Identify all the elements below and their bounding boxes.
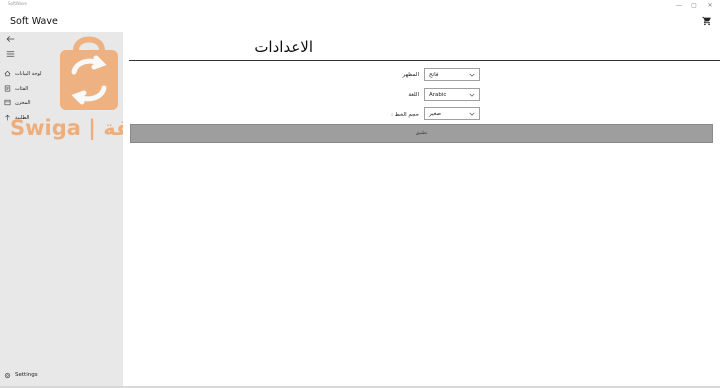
font-size-select[interactable]: صغير <box>424 107 480 120</box>
window-titlebar: SoftWave — ▢ ✕ <box>0 0 720 12</box>
font-size-label: حجم الخط : <box>391 112 419 118</box>
apply-button[interactable]: تطبيق <box>130 124 713 143</box>
chevron-down-icon <box>469 112 475 116</box>
appearance-label: المظهر <box>402 72 419 78</box>
chevron-down-icon <box>469 93 475 97</box>
language-value: Arabic <box>429 91 447 98</box>
page-title: الاعدادات <box>254 38 313 56</box>
hamburger-menu-icon[interactable] <box>6 50 15 58</box>
appearance-value: فاتح <box>429 71 439 78</box>
sidebar-item-label: المخزن <box>15 99 31 106</box>
shopping-cart-icon[interactable] <box>702 16 712 26</box>
home-icon <box>4 70 11 77</box>
language-select[interactable]: Arabic <box>424 88 480 101</box>
maximize-button[interactable]: ▢ <box>687 1 701 10</box>
title-divider <box>129 60 720 61</box>
sidebar-item-label: Settings <box>15 372 38 378</box>
back-arrow-icon[interactable] <box>6 35 15 43</box>
sidebar-item-label: لوحة البيانات <box>15 70 42 77</box>
sidebar-item-label: الفئات <box>15 85 29 92</box>
window-title: SoftWave <box>8 1 27 6</box>
chevron-down-icon <box>469 73 475 77</box>
gear-icon <box>4 372 11 378</box>
app-name: Soft Wave <box>10 16 58 27</box>
language-label: اللغة <box>408 92 419 98</box>
apply-button-label: تطبيق <box>415 131 428 136</box>
store-icon <box>4 99 11 106</box>
watermark-brand-latin: Swiga <box>10 116 81 140</box>
watermark-bag-logo-icon <box>60 36 118 110</box>
font-size-value: صغير <box>429 110 442 117</box>
appearance-select[interactable]: فاتح <box>424 68 480 81</box>
watermark-separator: | <box>88 116 96 140</box>
close-button[interactable]: ✕ <box>703 1 717 10</box>
categories-icon <box>4 85 11 92</box>
minimize-button[interactable]: — <box>672 1 686 10</box>
settings-page: الاعدادات المظهر فاتح اللغة Arabic حجم ا… <box>123 32 720 386</box>
sidebar-item-settings[interactable]: Settings <box>4 370 64 380</box>
